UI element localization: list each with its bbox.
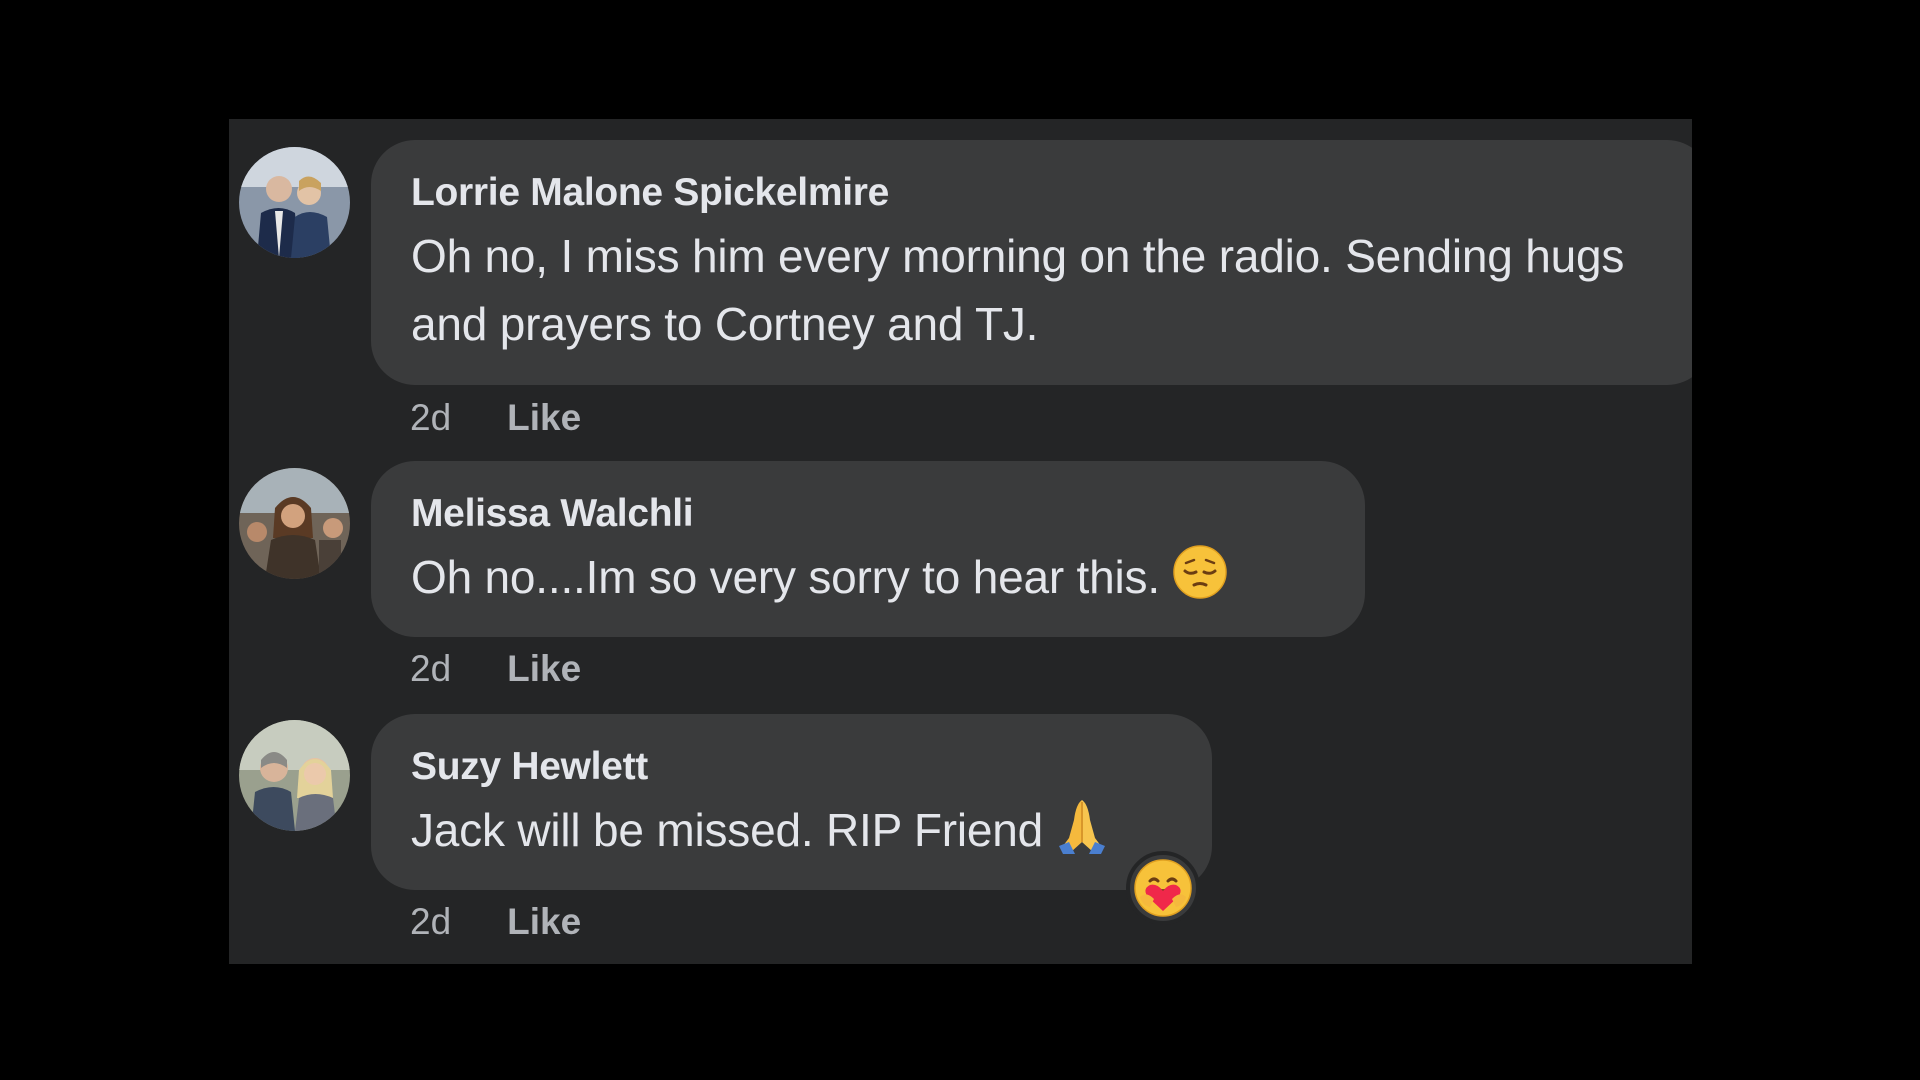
comments-panel: Lorrie Malone Spickelmire Oh no, I miss …: [229, 119, 1692, 964]
like-button[interactable]: Like: [507, 396, 581, 440]
comment-bubble: Suzy Hewlett Jack will be missed. RIP Fr…: [371, 714, 1212, 890]
profile-photo-icon: [239, 720, 350, 831]
comment-timestamp[interactable]: 2d: [410, 647, 451, 691]
care-reaction-icon: [1134, 859, 1192, 917]
profile-photo-icon: [239, 147, 350, 258]
profile-photo-icon: [239, 468, 350, 579]
comment-bubble: Melissa Walchli Oh no....Im so very sorr…: [371, 461, 1365, 637]
comment-text-line: Jack will be missed. RIP Friend: [411, 796, 1174, 872]
comment-bubble: Lorrie Malone Spickelmire Oh no, I miss …: [371, 140, 1692, 385]
comment-text: Oh no, I miss him every morning on the r…: [411, 230, 1625, 350]
comment-actions: 2d Like: [410, 396, 581, 440]
avatar[interactable]: [239, 468, 350, 579]
avatar[interactable]: [239, 147, 350, 258]
comment-actions: 2d Like: [410, 900, 581, 944]
pensive-face-icon: [1172, 544, 1228, 618]
comment-text-line: Oh no....Im so very sorry to hear this.: [411, 543, 1327, 618]
comment-author[interactable]: Suzy Hewlett: [411, 744, 1174, 790]
comment-author[interactable]: Melissa Walchli: [411, 491, 1327, 537]
comment-author[interactable]: Lorrie Malone Spickelmire: [411, 170, 1673, 216]
comment-timestamp[interactable]: 2d: [410, 396, 451, 440]
comment-timestamp[interactable]: 2d: [410, 900, 451, 944]
avatar[interactable]: [239, 720, 350, 831]
comment-text: Oh no....Im so very sorry to hear this.: [411, 551, 1160, 603]
reaction-badge[interactable]: [1126, 851, 1200, 925]
comment-text: Jack will be missed. RIP Friend: [411, 804, 1044, 857]
comment-actions: 2d Like: [410, 647, 581, 691]
like-button[interactable]: Like: [507, 900, 581, 944]
folded-hands-icon: [1055, 796, 1109, 872]
like-button[interactable]: Like: [507, 647, 581, 691]
